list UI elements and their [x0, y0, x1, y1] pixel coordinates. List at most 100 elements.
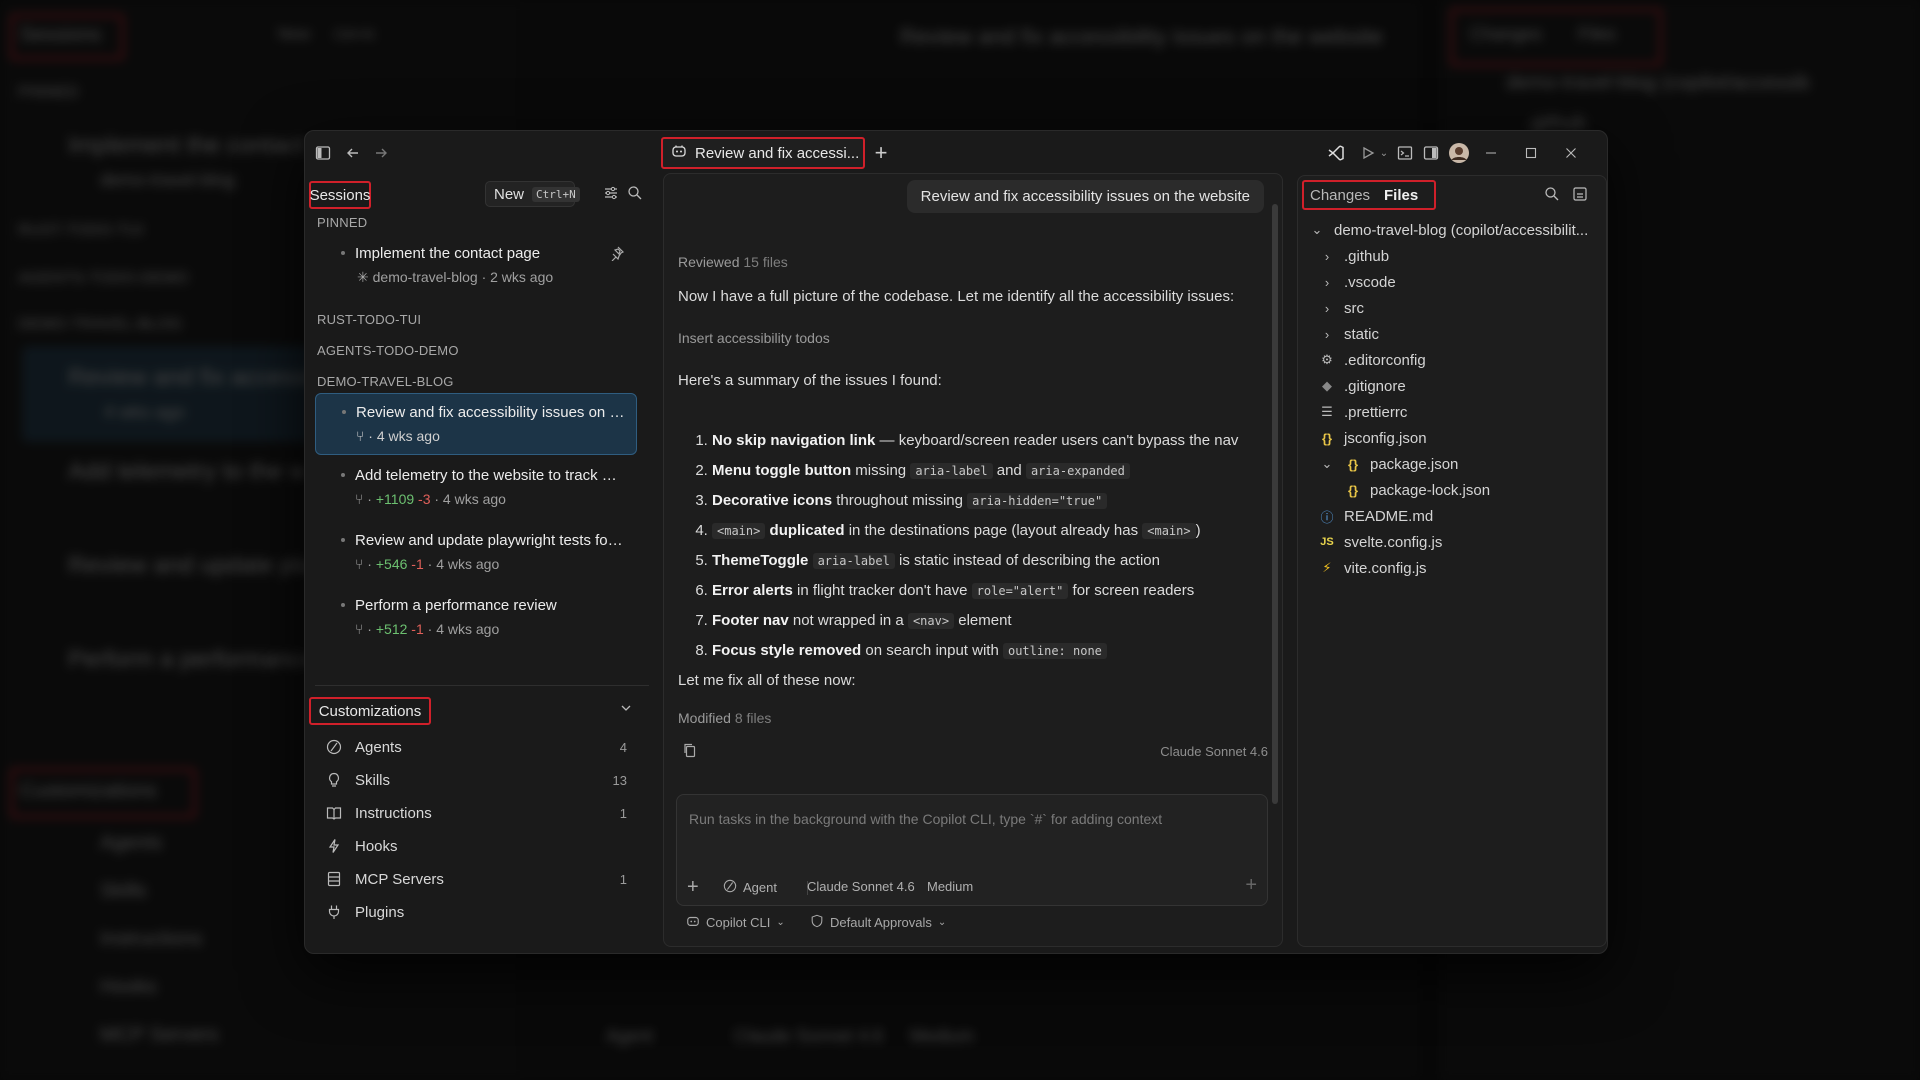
issue-code: aria-label [812, 553, 895, 569]
filter-icon[interactable] [603, 185, 621, 203]
group-header-demo-travel-blog[interactable]: DEMO-TRAVEL-BLOG [317, 374, 454, 389]
tree-item[interactable]: {} jsconfig.json [1318, 425, 1427, 451]
customization-label: Agents [355, 738, 402, 756]
tree-label: .vscode [1344, 273, 1396, 291]
customizations-label[interactable]: Customizations [309, 697, 431, 725]
customization-instructions[interactable]: Instructions 1 [315, 798, 645, 828]
tree-item[interactable]: › .github [1318, 243, 1389, 269]
agent-mode-select[interactable]: Agent [723, 879, 777, 896]
chat-input[interactable]: Run tasks in the background with the Cop… [689, 811, 1162, 827]
search-icon[interactable] [1544, 186, 1560, 206]
model-select[interactable]: Claude Sonnet 4.6 [807, 879, 915, 894]
tree-item[interactable]: › static [1318, 321, 1379, 347]
new-session-button[interactable]: New Ctrl+N [485, 181, 580, 207]
customization-count: 1 [619, 871, 627, 887]
bg-new-shortcut: Ctrl+N [334, 26, 375, 42]
status-dot [341, 538, 345, 542]
avatar[interactable] [1447, 141, 1471, 165]
pinned-header: PINNED [317, 215, 368, 230]
tree-item[interactable]: › .vscode [1318, 269, 1396, 295]
group-header-rust-todo-tui[interactable]: RUST-TODO-TUI [317, 312, 421, 327]
session-item-playwright[interactable]: Review and update playwright tests for a… [315, 522, 637, 584]
collapse-all-icon[interactable] [1572, 186, 1588, 206]
issue-item: Menu toggle button missing aria-label an… [712, 456, 1292, 486]
session-item-performance[interactable]: Perform a performance review ⑂ · +512 -1… [315, 587, 637, 649]
back-arrow-icon[interactable] [343, 143, 363, 163]
session-title: Add telemetry to the website to track pa… [355, 467, 625, 484]
bg-group-2: AGENTS-TODO-DEMO [18, 270, 189, 287]
lightning-icon: ⚡ [1322, 560, 1332, 575]
issues-list: No skip navigation link — keyboard/scree… [678, 426, 1292, 666]
assistant-intro: Now I have a full picture of the codebas… [678, 288, 1235, 305]
modified-files[interactable]: Modified 8 files [678, 710, 771, 726]
issue-item: <main> duplicated in the destinations pa… [712, 516, 1292, 546]
branch-icon: ⑂ [355, 491, 364, 507]
chevron-down-icon[interactable] [619, 701, 637, 719]
issue-text [808, 552, 812, 569]
session-meta-text: · 4 wks ago [434, 491, 506, 507]
send-icon[interactable]: + [1245, 875, 1257, 895]
search-icon[interactable] [627, 185, 645, 203]
forward-arrow-icon[interactable] [371, 143, 391, 163]
cli-select[interactable]: Copilot CLI ⌄ [686, 914, 785, 931]
new-tab-icon[interactable]: + [869, 140, 893, 165]
bg-sessions-title: Sessions [20, 24, 102, 46]
customization-plugins[interactable]: Plugins [315, 897, 645, 927]
issue-bold: No skip navigation link [712, 432, 876, 449]
issue-code: role="alert" [971, 583, 1069, 599]
run-dropdown-icon[interactable]: ⌄ [1377, 143, 1391, 163]
approvals-select[interactable]: Default Approvals ⌄ [810, 914, 946, 931]
customization-agents[interactable]: Agents 4 [315, 732, 645, 762]
tree-root[interactable]: ⌄ demo-travel-blog (copilot/accessibilit… [1308, 217, 1589, 243]
session-item-telemetry[interactable]: Add telemetry to the website to track pa… [315, 457, 637, 519]
tree-item[interactable]: ⌄ {} package.json [1318, 451, 1459, 477]
tree-item[interactable]: › src [1318, 295, 1364, 321]
session-meta-text: · 4 wks ago [427, 556, 500, 572]
session-item-accessibility[interactable]: Review and fix accessibility issues on t… [315, 393, 637, 455]
issue-text: in the destinations page (layout already… [844, 522, 1143, 539]
copy-icon[interactable] [682, 742, 698, 762]
customization-skills[interactable]: Skills 13 [315, 765, 645, 795]
vscode-icon[interactable] [1325, 142, 1347, 164]
group-header-agents-todo-demo[interactable]: AGENTS-TODO-DEMO [317, 343, 459, 358]
sessions-sidebar: Sessions New Ctrl+N PINNED Implement the… [305, 175, 649, 953]
pin-icon[interactable] [609, 245, 625, 265]
maximize-icon[interactable] [1521, 143, 1541, 163]
tab-files[interactable]: Files [1384, 187, 1418, 204]
pinned-session-item[interactable]: Implement the contact page ✳ demo-travel… [315, 235, 637, 297]
bg-group-1: RUST-TODO-TUI [18, 222, 144, 239]
minimize-icon[interactable] [1481, 143, 1501, 163]
customization-mcp-servers[interactable]: MCP Servers 1 [315, 864, 645, 894]
issue-text: is static instead of describing the acti… [894, 552, 1160, 569]
tree-item[interactable]: JS svelte.config.js [1318, 529, 1442, 555]
tab-session[interactable]: Review and fix accessi... [661, 137, 865, 169]
close-icon[interactable] [1561, 143, 1581, 163]
effort-select[interactable]: Medium [927, 879, 973, 894]
run-icon[interactable] [1359, 143, 1377, 163]
session-title: Perform a performance review [355, 597, 557, 614]
cli-select-label: Copilot CLI [706, 915, 771, 930]
status-dot [341, 603, 345, 607]
tree-item[interactable]: ◆ .gitignore [1318, 373, 1406, 399]
tree-item[interactable]: ⚙ .editorconfig [1318, 347, 1426, 373]
toggle-sidebar-icon[interactable] [313, 143, 333, 163]
issue-bold: duplicated [765, 522, 845, 539]
terminal-icon[interactable] [1395, 143, 1415, 163]
insert-todos-step[interactable]: Insert accessibility todos [678, 330, 830, 346]
toggle-panel-icon[interactable] [1421, 143, 1441, 163]
customization-hooks[interactable]: Hooks [315, 831, 645, 861]
tree-item[interactable]: {} package-lock.json [1344, 477, 1490, 503]
tree-label: README.md [1344, 507, 1434, 525]
tree-item[interactable]: ⚡ vite.config.js [1318, 555, 1426, 581]
branch-icon: ⑂ [355, 556, 364, 572]
chat-scrollbar[interactable] [1272, 204, 1278, 804]
bg-selected-row [22, 346, 322, 442]
status-dot [342, 410, 346, 414]
approvals-select-label: Default Approvals [830, 915, 932, 930]
session-title: Implement the contact page [355, 245, 541, 262]
tab-changes[interactable]: Changes [1310, 187, 1370, 204]
add-context-icon[interactable]: + [687, 877, 699, 897]
tree-item[interactable]: ☰ .prettierrc [1318, 399, 1407, 425]
reviewed-files[interactable]: Reviewed 15 files [678, 254, 788, 270]
tree-item[interactable]: ⓘ README.md [1318, 503, 1433, 529]
